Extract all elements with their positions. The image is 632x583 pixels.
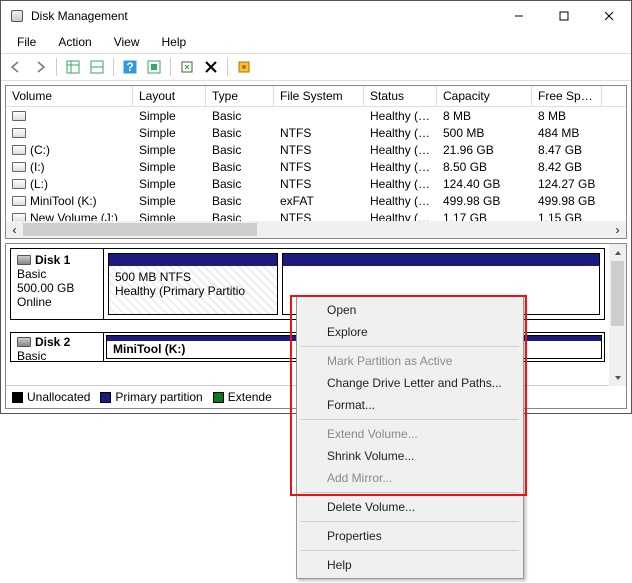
legend-primary: Primary partition (115, 390, 202, 404)
legend-extended: Extende (228, 390, 272, 404)
close-button[interactable] (586, 2, 631, 31)
drive-icon (12, 111, 26, 121)
legend-primary-icon (100, 392, 111, 403)
ctx-shrink-volume[interactable]: Shrink Volume... (327, 445, 521, 467)
scroll-right-icon[interactable]: › (609, 221, 626, 238)
partition-selected[interactable]: 500 MB NTFS Healthy (Primary Partitio (108, 253, 278, 315)
drive-icon (12, 128, 26, 138)
menu-help[interactable]: Help (152, 33, 197, 51)
volume-row[interactable]: (C:)SimpleBasicNTFSHealthy (B...21.96 GB… (6, 141, 626, 158)
volume-row[interactable]: MiniTool (K:)SimpleBasicexFATHealthy (P.… (6, 192, 626, 209)
partition-size: 500 MB NTFS (115, 270, 271, 284)
scroll-down-icon[interactable] (609, 369, 626, 386)
titlebar: Disk Management (1, 1, 631, 31)
refresh-icon[interactable] (176, 56, 198, 78)
volume-list: Volume Layout Type File System Status Ca… (5, 85, 627, 239)
disk-type: Basic (17, 267, 97, 281)
settings-icon[interactable] (143, 56, 165, 78)
col-status[interactable]: Status (364, 86, 437, 106)
ctx-change-letter[interactable]: Change Drive Letter and Paths... (327, 372, 521, 394)
context-menu: Open Explore Mark Partition as Active Ch… (296, 296, 524, 579)
menu-view[interactable]: View (104, 33, 150, 51)
forward-button[interactable] (29, 56, 51, 78)
ctx-add-mirror[interactable]: Add Mirror... (327, 467, 521, 489)
properties-icon[interactable] (233, 56, 255, 78)
disk-type: Basic (17, 349, 97, 363)
ctx-explore[interactable]: Explore (327, 321, 521, 343)
ctx-help[interactable]: Help (327, 554, 521, 576)
disk-name: Disk 1 (35, 253, 70, 267)
ctx-properties[interactable]: Properties (327, 525, 521, 547)
view-graphical-icon[interactable] (86, 56, 108, 78)
ctx-open[interactable]: Open (327, 299, 521, 321)
volume-row[interactable]: (L:)SimpleBasicNTFSHealthy (P...124.40 G… (6, 175, 626, 192)
volume-row[interactable]: SimpleBasicHealthy (P...8 MB8 MB (6, 107, 626, 124)
col-volume[interactable]: Volume (6, 86, 133, 106)
disk-name: Disk 2 (35, 335, 70, 349)
scroll-thumb[interactable] (23, 223, 257, 236)
back-button[interactable] (5, 56, 27, 78)
disk-size: 500.00 GB (17, 281, 97, 295)
scroll-up-icon[interactable] (609, 244, 626, 261)
view-list-icon[interactable] (62, 56, 84, 78)
drive-icon (12, 179, 26, 189)
toolbar: ? (1, 53, 631, 81)
app-icon (9, 8, 25, 24)
help-icon[interactable]: ? (119, 56, 141, 78)
disk-icon (17, 337, 31, 347)
menu-file[interactable]: File (7, 33, 46, 51)
ctx-format[interactable]: Format... (327, 394, 521, 416)
vertical-scrollbar[interactable] (609, 244, 626, 386)
col-layout[interactable]: Layout (133, 86, 206, 106)
volume-row[interactable]: (I:)SimpleBasicNTFSHealthy (L...8.50 GB8… (6, 158, 626, 175)
scroll-left-icon[interactable]: ‹ (6, 221, 23, 238)
disk-state: Online (17, 295, 97, 309)
window-title: Disk Management (31, 9, 496, 23)
col-filesystem[interactable]: File System (274, 86, 364, 106)
drive-icon (12, 145, 26, 155)
disk-info: Disk 1 Basic 500.00 GB Online (11, 249, 104, 319)
disk-management-window: Disk Management File Action View Help ? … (0, 0, 632, 414)
legend-extended-icon (213, 392, 224, 403)
horizontal-scrollbar[interactable]: ‹ › (6, 221, 626, 238)
col-capacity[interactable]: Capacity (437, 86, 532, 106)
ctx-extend-volume[interactable]: Extend Volume... (327, 423, 521, 445)
menubar: File Action View Help (1, 31, 631, 53)
legend-unallocated: Unallocated (27, 390, 90, 404)
svg-text:?: ? (126, 60, 133, 74)
column-headers: Volume Layout Type File System Status Ca… (6, 86, 626, 107)
drive-icon (12, 213, 26, 222)
partition-label: MiniTool (K:) (113, 342, 185, 356)
drive-icon (12, 196, 26, 206)
drive-icon (12, 162, 26, 172)
volume-row[interactable]: New Volume (J:)SimpleBasicNTFSHealthy (P… (6, 209, 626, 221)
delete-icon[interactable] (200, 56, 222, 78)
col-free[interactable]: Free Spa... (532, 86, 602, 106)
ctx-delete-volume[interactable]: Delete Volume... (327, 496, 521, 518)
col-type[interactable]: Type (206, 86, 274, 106)
minimize-button[interactable] (496, 2, 541, 31)
scroll-thumb[interactable] (611, 261, 624, 326)
volume-row[interactable]: SimpleBasicNTFSHealthy (P...500 MB484 MB (6, 124, 626, 141)
maximize-button[interactable] (541, 2, 586, 31)
ctx-mark-active[interactable]: Mark Partition as Active (327, 350, 521, 372)
disk-info: Disk 2 Basic (11, 333, 104, 361)
partition-status: Healthy (Primary Partitio (115, 284, 271, 298)
disk-icon (17, 255, 31, 265)
menu-action[interactable]: Action (48, 33, 101, 51)
legend-unallocated-icon (12, 392, 23, 403)
